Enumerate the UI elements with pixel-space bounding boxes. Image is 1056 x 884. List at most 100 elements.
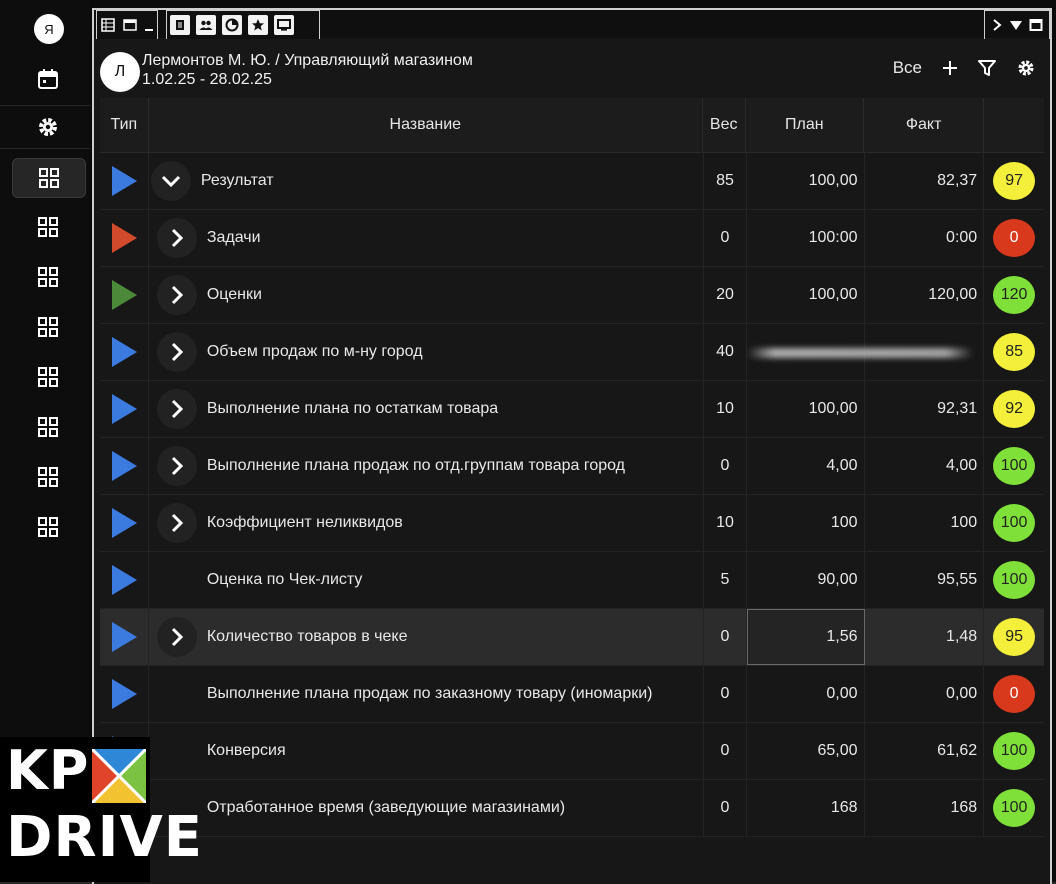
name-cell[interactable]: Выполнение плана продаж по заказному тов… bbox=[149, 666, 705, 722]
table-header: Тип Название Вес План Факт bbox=[100, 98, 1044, 153]
score-cell: 0 bbox=[984, 210, 1044, 266]
name-cell[interactable]: Выполнение плана продаж по отд.группам т… bbox=[149, 438, 705, 494]
table-row[interactable]: Результат 85 100,00 82,37 97 bbox=[100, 153, 1044, 210]
table-row[interactable]: Выполнение плана продаж по заказному тов… bbox=[100, 666, 1044, 723]
name-cell[interactable]: Оценки bbox=[149, 267, 705, 323]
table-row[interactable]: Отработанное время (заведующие магазинам… bbox=[100, 780, 1044, 837]
score-badge: 100 bbox=[993, 447, 1036, 485]
name-cell[interactable]: Оценка по Чек-листу bbox=[149, 552, 705, 608]
name-cell[interactable]: Выполнение плана по остаткам товара bbox=[149, 381, 705, 437]
play-triangle-icon bbox=[111, 508, 137, 538]
fact-cell[interactable]: 92,31 bbox=[865, 381, 985, 437]
table-row[interactable]: Коэффициент неликвидов 10 100 100 100 bbox=[100, 495, 1044, 552]
filter-all-button[interactable]: Все bbox=[893, 58, 922, 78]
sidebar-grid-button[interactable] bbox=[12, 308, 84, 346]
name-cell[interactable]: Количество товаров в чеке bbox=[149, 609, 705, 665]
weight-cell: 10 bbox=[704, 381, 747, 437]
plan-cell[interactable]: 168 bbox=[747, 780, 865, 836]
sidebar-grid-button[interactable] bbox=[12, 208, 84, 246]
calendar-button[interactable] bbox=[12, 60, 84, 98]
fact-cell[interactable]: 1,48 bbox=[865, 609, 985, 665]
fact-cell[interactable]: 120,00 bbox=[865, 267, 985, 323]
plan-cell[interactable]: 4,00 bbox=[747, 438, 865, 494]
expand-button[interactable] bbox=[156, 389, 197, 429]
name-cell[interactable]: Коэффициент неликвидов bbox=[149, 495, 705, 551]
collapse-button[interactable] bbox=[150, 161, 191, 201]
grid-icon bbox=[39, 168, 59, 188]
fact-cell[interactable]: 61,62 bbox=[865, 723, 985, 779]
settings-button[interactable] bbox=[12, 108, 84, 146]
table-row[interactable]: Выполнение плана продаж по отд.группам т… bbox=[100, 438, 1044, 495]
minimize-icon[interactable] bbox=[144, 15, 154, 35]
indicator-name: Оценка по Чек-листу bbox=[206, 571, 363, 588]
sidebar-grid-button[interactable] bbox=[12, 258, 84, 296]
table-row[interactable]: Объем продаж по м-ну город 40 85 bbox=[100, 324, 1044, 381]
maximize-icon[interactable] bbox=[1029, 18, 1043, 32]
people-icon[interactable] bbox=[196, 15, 216, 35]
plan-cell[interactable]: 100,00 bbox=[747, 153, 865, 209]
fact-cell[interactable]: 4,00 bbox=[865, 438, 985, 494]
column-name[interactable]: Название bbox=[149, 98, 703, 152]
plan-cell[interactable]: 0,00 bbox=[747, 666, 865, 722]
name-cell[interactable]: Задачи bbox=[149, 210, 705, 266]
star-icon[interactable] bbox=[248, 15, 268, 35]
chevron-right-icon[interactable] bbox=[991, 18, 1003, 32]
fact-cell[interactable]: 100 bbox=[865, 495, 985, 551]
table-row[interactable]: Оценка по Чек-листу 5 90,00 95,55 100 bbox=[100, 552, 1044, 609]
indicator-name: Задачи bbox=[206, 229, 261, 246]
table-icon[interactable] bbox=[100, 15, 116, 35]
expand-button[interactable] bbox=[156, 332, 197, 372]
name-cell[interactable]: Отработанное время (заведующие магазинам… bbox=[149, 780, 705, 836]
plan-cell[interactable] bbox=[746, 324, 973, 380]
plan-cell[interactable]: 100 bbox=[747, 495, 865, 551]
table-row[interactable]: Конверсия 0 65,00 61,62 100 bbox=[100, 723, 1044, 780]
column-plan[interactable]: План bbox=[746, 98, 864, 152]
plan-cell[interactable]: 100,00 bbox=[747, 267, 865, 323]
sidebar-grid-button[interactable] bbox=[12, 508, 84, 546]
fact-cell[interactable]: 168 bbox=[865, 780, 985, 836]
fact-cell[interactable]: 82,37 bbox=[865, 153, 985, 209]
triangle-down-icon[interactable] bbox=[1009, 18, 1023, 32]
filter-icon[interactable] bbox=[978, 59, 996, 77]
document-icon[interactable] bbox=[170, 15, 190, 35]
plan-cell[interactable]: 90,00 bbox=[747, 552, 865, 608]
column-weight[interactable]: Вес bbox=[703, 98, 746, 152]
play-triangle-icon bbox=[111, 451, 137, 481]
sidebar-grid-button[interactable] bbox=[12, 358, 84, 396]
sidebar-grid-button[interactable] bbox=[12, 408, 84, 446]
expand-button[interactable] bbox=[156, 218, 197, 258]
name-cell[interactable]: Объем продаж по м-ну город bbox=[149, 324, 705, 380]
expand-button[interactable] bbox=[156, 617, 197, 657]
fact-cell[interactable]: 0:00 bbox=[865, 210, 985, 266]
fact-cell[interactable]: 0,00 bbox=[865, 666, 985, 722]
my-avatar[interactable]: Я bbox=[34, 14, 64, 44]
user-avatar[interactable]: Л bbox=[100, 52, 140, 92]
score-badge: 92 bbox=[993, 390, 1036, 428]
expand-button[interactable] bbox=[156, 275, 197, 315]
fact-cell[interactable]: 95,55 bbox=[865, 552, 985, 608]
column-type[interactable]: Тип bbox=[100, 98, 149, 152]
plan-cell[interactable]: 1,56 bbox=[746, 609, 865, 665]
table-row[interactable]: Количество товаров в чеке 0 1,56 1,48 95 bbox=[100, 609, 1044, 666]
expand-button[interactable] bbox=[156, 503, 197, 543]
plus-icon[interactable] bbox=[942, 60, 958, 76]
type-cell bbox=[100, 495, 149, 551]
table-row[interactable]: Выполнение плана по остаткам товара 10 100… bbox=[100, 381, 1044, 438]
expand-button[interactable] bbox=[156, 446, 197, 486]
name-cell[interactable]: Конверсия bbox=[149, 723, 705, 779]
window-icon[interactable] bbox=[122, 15, 138, 35]
gear-icon[interactable] bbox=[1016, 58, 1036, 78]
sidebar-grid-button[interactable] bbox=[12, 158, 86, 198]
name-cell[interactable]: Результат bbox=[149, 153, 705, 209]
chart-circle-icon[interactable] bbox=[222, 15, 242, 35]
column-fact[interactable]: Факт bbox=[864, 98, 985, 152]
weight-cell: 0 bbox=[704, 723, 747, 779]
period-range[interactable]: 1.02.25 - 28.02.25 bbox=[142, 71, 272, 89]
sidebar-grid-button[interactable] bbox=[12, 458, 84, 496]
plan-cell[interactable]: 100:00 bbox=[747, 210, 865, 266]
plan-cell[interactable]: 100,00 bbox=[747, 381, 865, 437]
plan-cell[interactable]: 65,00 bbox=[747, 723, 865, 779]
table-row[interactable]: Задачи 0 100:00 0:00 0 bbox=[100, 210, 1044, 267]
monitor-icon[interactable] bbox=[274, 15, 294, 35]
table-row[interactable]: Оценки 20 100,00 120,00 120 bbox=[100, 267, 1044, 324]
